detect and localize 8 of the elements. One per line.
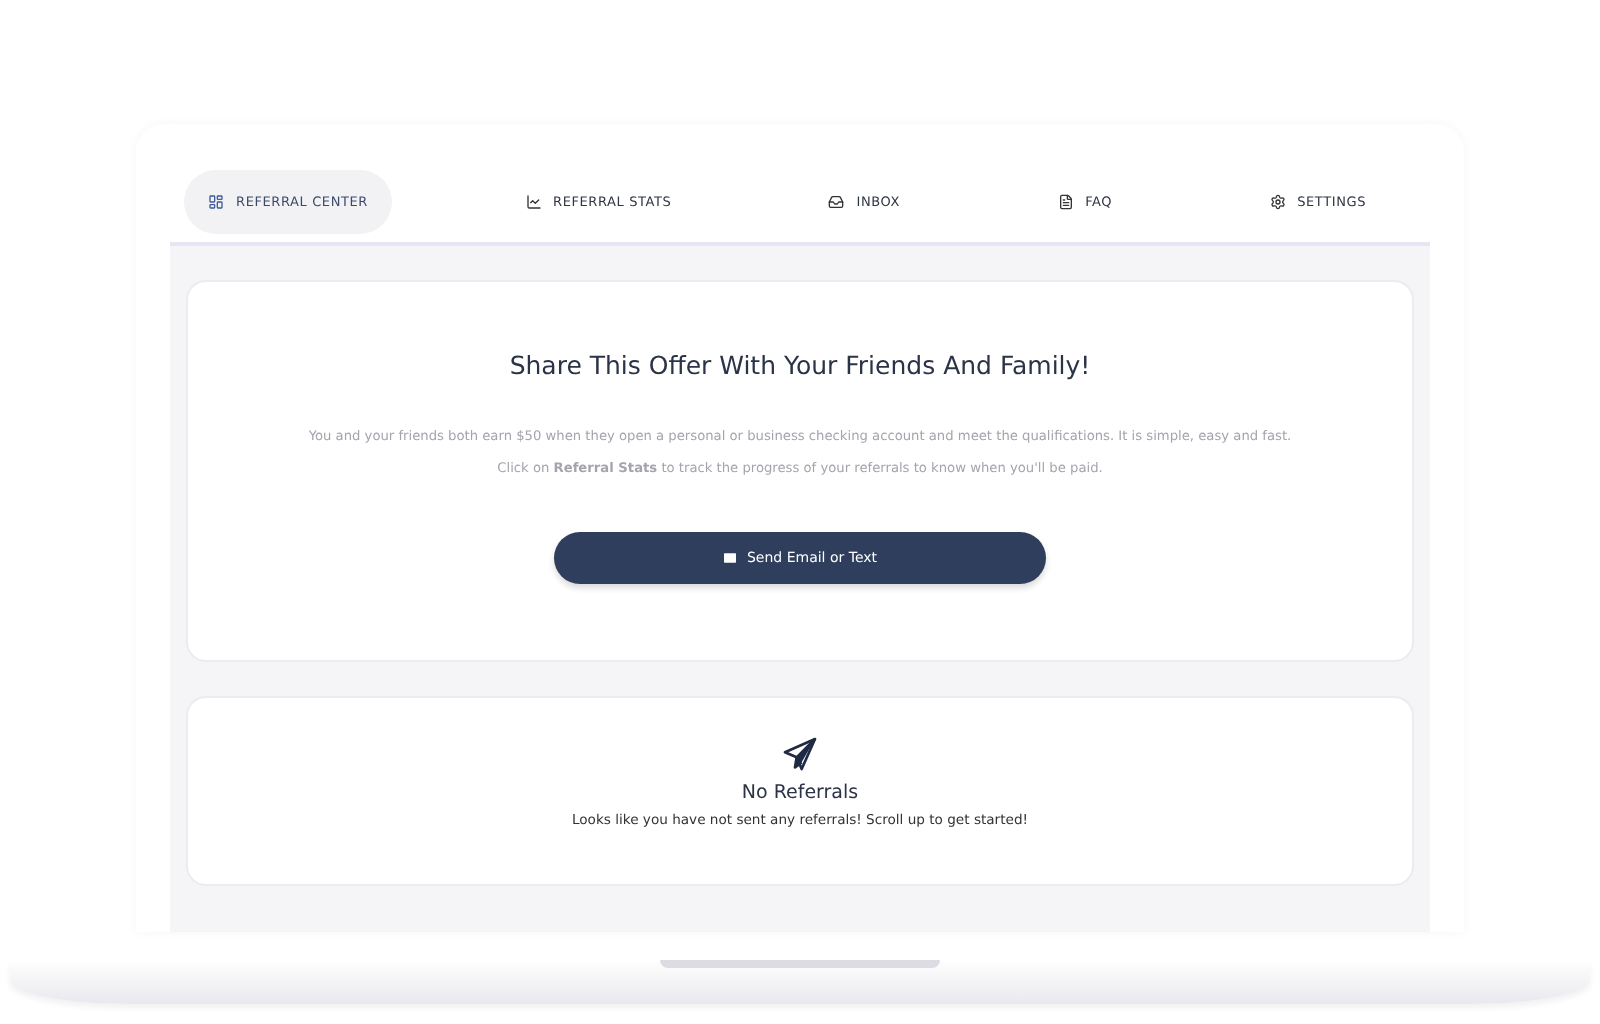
line-chart-icon [525, 193, 542, 209]
empty-state-title: No Referrals [741, 782, 859, 804]
dashboard-icon [208, 193, 224, 209]
inbox-icon [828, 193, 845, 209]
document-icon [1057, 193, 1074, 209]
settings-icon [1269, 193, 1286, 209]
offer-title: Share This Offer With Your Friends And Family! [509, 350, 1091, 380]
paper-plane-icon [780, 734, 820, 774]
